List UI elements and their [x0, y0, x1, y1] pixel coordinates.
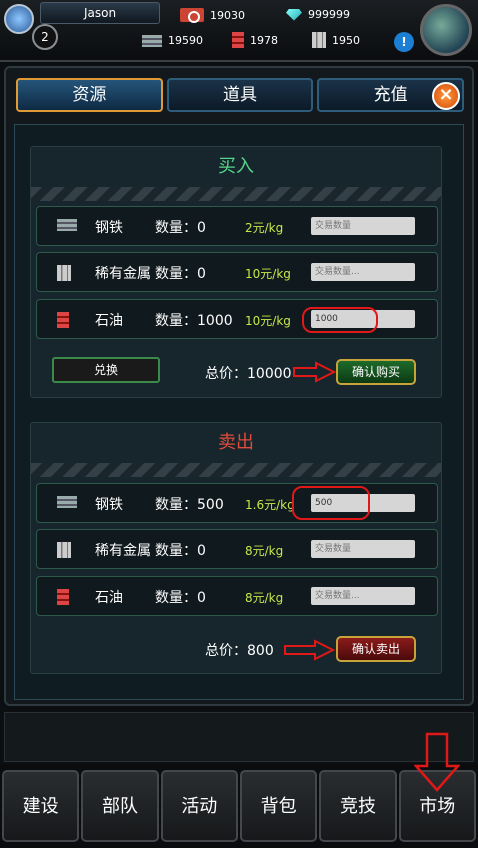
rare-metal-icon — [312, 32, 326, 48]
exchange-button[interactable]: 兑换 — [52, 357, 160, 383]
resource-name: 稀有金属 — [95, 266, 151, 282]
resource-quantity: 数量：0 — [155, 220, 206, 236]
bottom-nav: 建设 部队 活动 背包 竞技 市场 — [0, 764, 478, 848]
sell-row-steel: 钢铁 数量：500 1.6元/kg — [36, 483, 438, 523]
sell-oil-input[interactable] — [311, 587, 415, 605]
diamond-icon — [286, 8, 302, 21]
buy-rare-metal-input[interactable] — [311, 263, 415, 281]
resource-quantity: 数量：1000 — [155, 313, 233, 329]
nav-troops[interactable]: 部队 — [81, 770, 159, 842]
nav-arena[interactable]: 竞技 — [319, 770, 397, 842]
steel-icon — [57, 496, 77, 508]
rare-metal-icon — [57, 265, 71, 281]
resource-price: 2元/kg — [245, 221, 284, 235]
sell-title: 卖出 — [218, 432, 254, 453]
resource-name: 石油 — [95, 313, 123, 329]
ticket-icon — [180, 8, 204, 23]
confirm-buy-button[interactable]: 确认购买 — [336, 359, 416, 385]
market-tabs: 资源 道具 充值 — [16, 78, 465, 112]
resource-name: 钢铁 — [95, 220, 123, 236]
sell-row-oil: 石油 数量：0 8元/kg — [36, 576, 438, 616]
steel-count: 19590 — [168, 34, 203, 47]
buy-steel-input[interactable] — [311, 217, 415, 235]
info-icon[interactable]: ! — [394, 32, 414, 52]
sell-row-rare-metal: 稀有金属 数量：0 8元/kg — [36, 529, 438, 569]
resource-price: 10元/kg — [245, 314, 291, 328]
resource-name: 钢铁 — [95, 497, 123, 513]
buy-title: 买入 — [218, 156, 254, 177]
nav-events[interactable]: 活动 — [160, 770, 238, 842]
player-level-badge: 2 — [32, 24, 58, 50]
steel-resource: 19590 — [142, 34, 203, 47]
buy-total-price: 总价：10000 — [205, 366, 292, 382]
arrow-down-icon — [414, 732, 460, 792]
buy-row-steel: 钢铁 数量：0 2元/kg — [36, 206, 438, 246]
buy-row-rare-metal: 稀有金属 数量：0 10元/kg — [36, 252, 438, 292]
steel-icon — [142, 34, 162, 47]
diamond-resource: 999999 — [286, 8, 350, 21]
nav-build[interactable]: 建设 — [2, 770, 80, 842]
divider-stripe — [31, 463, 441, 477]
resource-name: 石油 — [95, 590, 123, 606]
sell-rare-metal-input[interactable] — [311, 540, 415, 558]
sell-total-price: 总价：800 — [205, 643, 274, 659]
resource-price: 8元/kg — [245, 544, 284, 558]
rare-metal-icon — [57, 542, 71, 558]
player-avatar[interactable] — [4, 4, 34, 34]
oil-icon — [57, 589, 69, 605]
resource-name: 稀有金属 — [95, 543, 151, 559]
oil-resource: 1978 — [232, 32, 278, 48]
tab-items[interactable]: 道具 — [166, 78, 314, 112]
top-bar: Jason 2 19030 999999 19590 1978 1950 ! — [0, 0, 478, 62]
resource-quantity: 数量：0 — [155, 543, 206, 559]
highlight-circle — [302, 307, 378, 333]
resource-price: 10元/kg — [245, 267, 291, 281]
resource-price: 1.6元/kg — [245, 498, 295, 512]
resource-quantity: 数量：500 — [155, 497, 224, 513]
close-icon[interactable]: × — [432, 82, 460, 110]
metal-resource: 1950 — [312, 32, 360, 48]
confirm-sell-button[interactable]: 确认卖出 — [336, 636, 416, 662]
steel-icon — [57, 219, 77, 231]
nav-backpack[interactable]: 背包 — [239, 770, 318, 842]
resource-price: 8元/kg — [245, 591, 284, 605]
divider-stripe — [31, 187, 441, 201]
oil-icon — [57, 312, 69, 328]
globe-icon[interactable] — [420, 4, 472, 56]
tab-resources[interactable]: 资源 — [16, 78, 163, 112]
player-name: Jason — [40, 2, 160, 24]
arrow-right-icon — [293, 361, 336, 383]
resource-quantity: 数量：0 — [155, 590, 206, 606]
resource-quantity: 数量：0 — [155, 266, 206, 282]
highlight-circle — [292, 486, 370, 520]
arrow-right-icon — [284, 639, 335, 661]
chat-bar[interactable] — [4, 712, 474, 762]
oil-icon — [232, 32, 244, 48]
oil-count: 1978 — [250, 33, 278, 47]
metal-count: 1950 — [332, 33, 360, 47]
diamond-count: 999999 — [308, 8, 350, 21]
ticket-resource: 19030 — [180, 8, 245, 23]
ticket-count: 19030 — [210, 8, 245, 22]
